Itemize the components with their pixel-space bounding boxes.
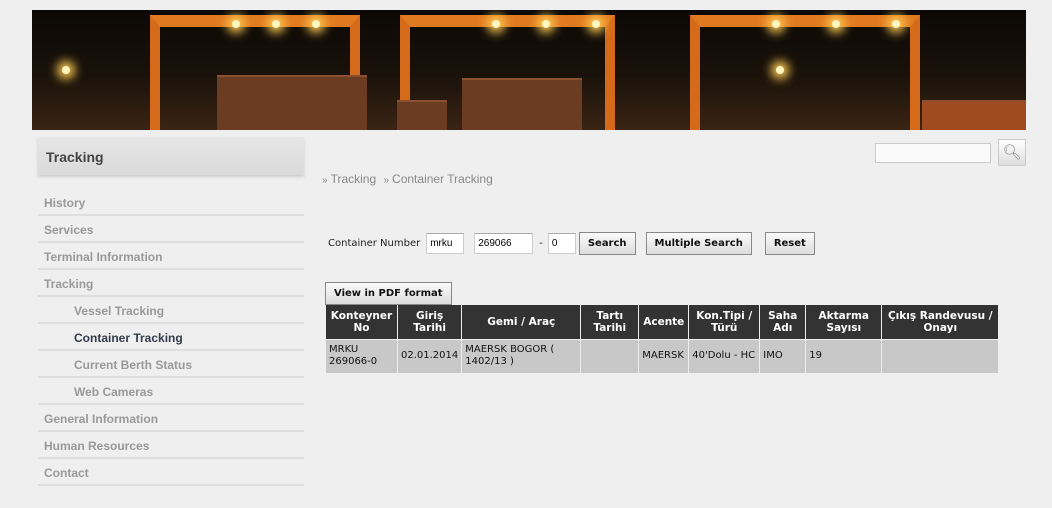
view-pdf-button[interactable]: View in PDF format — [325, 282, 452, 305]
breadcrumb: » Tracking » Container Tracking — [322, 172, 493, 186]
table-cell: 40'Dolu - HC — [688, 338, 761, 374]
column-header: Konteyner No — [325, 305, 398, 340]
table-cell: 19 — [805, 338, 883, 374]
search-submit-button[interactable]: Search — [578, 232, 636, 255]
sidebar-item-vessel-tracking[interactable]: Vessel Tracking — [38, 297, 304, 324]
container-number-label: Container Number — [328, 238, 421, 249]
column-header: Aktarma Sayısı — [805, 305, 883, 340]
sidebar-item-human-resources[interactable]: Human Resources — [38, 432, 304, 459]
container-search-form: Container Number - Search Multiple Searc… — [328, 232, 815, 255]
breadcrumb-container-tracking: Container Tracking — [392, 172, 493, 186]
sidebar-item-container-tracking[interactable]: Container Tracking — [38, 324, 304, 351]
table-cell: IMO — [759, 338, 807, 374]
sidebar-item-history[interactable]: History — [38, 189, 304, 216]
column-header: Giriş Tarihi — [396, 305, 463, 340]
header-banner-image — [32, 10, 1026, 130]
column-header: Saha Adı — [759, 305, 807, 340]
column-header: Kon.Tipi / Türü — [688, 305, 761, 340]
table-cell: MAERSK — [638, 338, 690, 374]
sidebar-title: Tracking — [38, 137, 304, 175]
sidebar-item-contact[interactable]: Contact — [38, 459, 304, 486]
site-search-input[interactable] — [875, 143, 991, 163]
results-table: Konteyner No Giriş Tarihi Gemi / Araç Tartı… — [325, 305, 1000, 374]
multiple-search-button[interactable]: Multiple Search — [645, 232, 752, 255]
magnifier-icon: 🔍︎ — [1002, 144, 1022, 161]
dash-separator: - — [539, 238, 543, 249]
table-cell — [881, 338, 1000, 374]
sidebar-item-web-cameras[interactable]: Web Cameras — [38, 378, 304, 405]
check-digit-input[interactable] — [547, 233, 576, 254]
column-header: Çıkış Randevusu / Onayı — [881, 305, 1000, 340]
sidebar-item-general-information[interactable]: General Information — [38, 405, 304, 432]
sidebar-item-tracking[interactable]: Tracking — [38, 270, 304, 297]
prefix-input[interactable] — [426, 233, 465, 254]
table-row: MRKU 269066-0 02.01.2014 MAERSK BOGOR ( 14… — [325, 338, 1000, 374]
sidebar-item-services[interactable]: Services — [38, 216, 304, 243]
column-header: Acente — [638, 305, 690, 340]
sidebar-item-terminal-information[interactable]: Terminal Information — [38, 243, 304, 270]
sidebar-nav: History Services Terminal Information Track… — [38, 189, 304, 486]
table-cell: MRKU 269066-0 — [325, 338, 398, 374]
table-cell — [580, 338, 640, 374]
column-header: Gemi / Araç — [461, 305, 582, 340]
table-cell: MAERSK BOGOR ( 1402/13 ) — [461, 338, 582, 374]
column-header: Tartı Tarihi — [580, 305, 640, 340]
number-input[interactable] — [474, 233, 534, 254]
search-button[interactable]: 🔍︎ — [998, 139, 1026, 166]
breadcrumb-tracking[interactable]: Tracking — [331, 172, 377, 186]
table-cell: 02.01.2014 — [396, 338, 463, 374]
sidebar-item-current-berth-status[interactable]: Current Berth Status — [38, 351, 304, 378]
reset-button[interactable]: Reset — [764, 232, 815, 255]
